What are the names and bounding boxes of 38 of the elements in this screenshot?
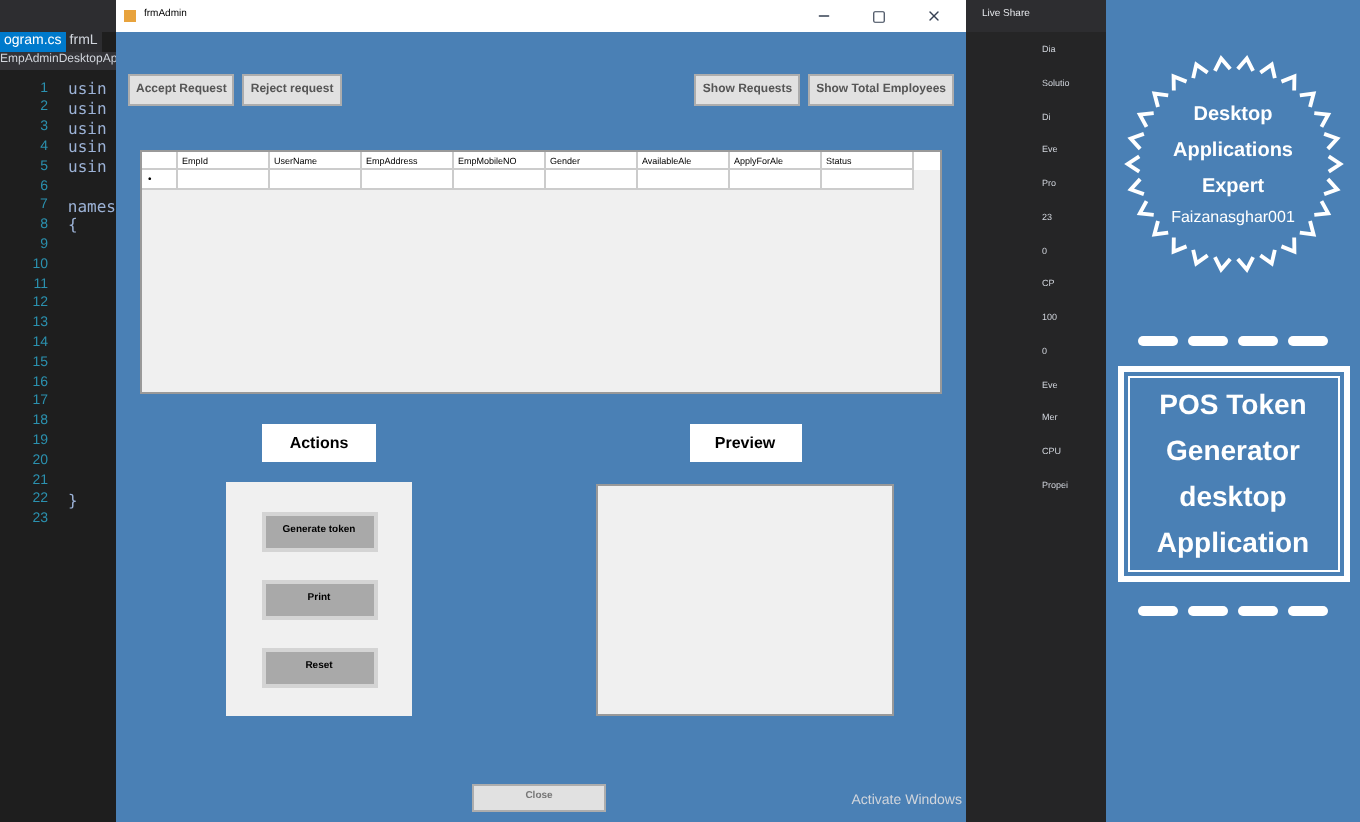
title-text: POS Token	[1159, 386, 1307, 424]
dash-mark	[1138, 336, 1178, 346]
badge-text: Desktop	[1193, 102, 1273, 130]
table-cell[interactable]	[638, 170, 730, 190]
section-label: Actions	[262, 424, 376, 462]
ide-toolbar	[0, 0, 116, 32]
dash-mark	[1238, 336, 1278, 346]
title-text: Application	[1156, 524, 1310, 562]
table-cell[interactable]	[822, 170, 914, 190]
badge-text: Applications	[1172, 138, 1293, 166]
table-cell[interactable]	[730, 170, 822, 190]
table-cell[interactable]	[270, 170, 362, 190]
table-cell[interactable]	[546, 170, 638, 190]
title-text: Generator	[1166, 432, 1300, 470]
code-text: }	[68, 489, 78, 514]
code-text: usin	[68, 117, 107, 139]
dash-mark	[1288, 606, 1328, 616]
code-text: usin	[68, 77, 107, 101]
code-text: usin	[68, 156, 107, 181]
dash-mark	[1138, 606, 1178, 616]
title-text: desktop	[1179, 478, 1287, 516]
dash-mark	[1288, 336, 1328, 346]
dash-mark	[1238, 606, 1278, 616]
table-cell[interactable]	[178, 170, 270, 190]
handle-text: Faizanasghar001	[1171, 206, 1295, 230]
dash-mark	[1188, 336, 1228, 346]
dash-mark	[1188, 606, 1228, 616]
app-icon	[124, 10, 136, 22]
section-label: Preview	[689, 424, 801, 462]
code-text: names	[67, 195, 116, 217]
table-cell[interactable]	[454, 170, 546, 190]
badge-text: Expert	[1201, 174, 1265, 202]
maximize-icon[interactable]	[872, 9, 886, 23]
close-icon[interactable]	[926, 8, 942, 24]
table-cell[interactable]	[362, 170, 454, 190]
code-text: {	[68, 214, 78, 239]
code-text: usin	[68, 97, 107, 121]
code-text: usin	[68, 136, 107, 159]
